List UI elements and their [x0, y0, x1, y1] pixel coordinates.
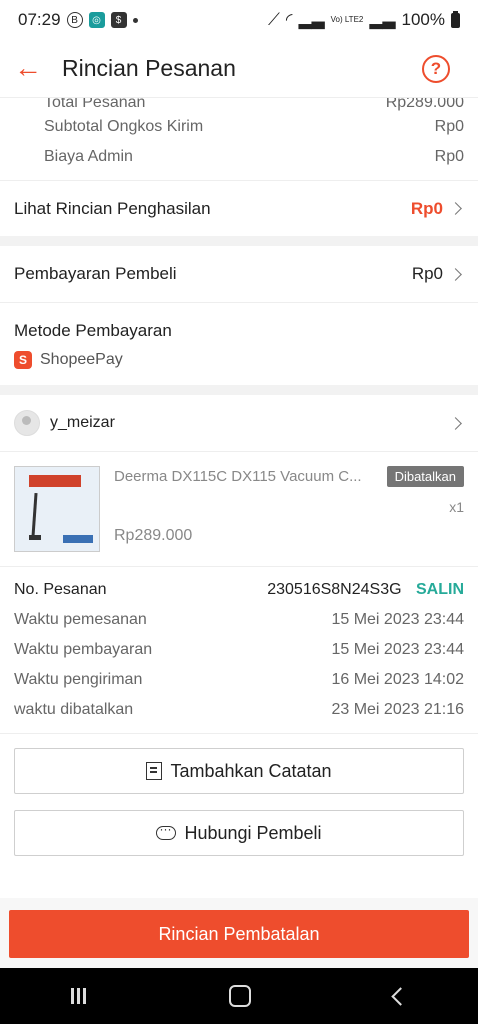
- product-info: Deerma DX115C DX115 Vacuum C... Dibatalk…: [114, 466, 464, 552]
- action-buttons: Tambahkan Catatan Hubungi Pembeli: [0, 733, 478, 886]
- order-time-row: Waktu pemesanan 15 Mei 2023 23:44: [14, 605, 464, 635]
- product-price: Rp289.000: [114, 527, 193, 544]
- buyer-payment-label: Pembayaran Pembeli: [14, 264, 177, 283]
- order-number-value: 230516S8N24S3G: [267, 581, 402, 598]
- copy-button[interactable]: SALIN: [416, 581, 464, 598]
- payment-method-value: ShopeePay: [40, 351, 123, 368]
- b-icon: B: [66, 12, 83, 28]
- income-value: Rp0: [410, 198, 443, 218]
- bottom-action-bar: Rincian Pembatalan: [0, 898, 478, 968]
- cancel-time-row: waktu dibatalkan 23 Mei 2023 21:16: [14, 695, 464, 725]
- battery-icon: [451, 10, 460, 28]
- battery-text: 100%: [401, 10, 445, 29]
- chat-icon: [156, 822, 177, 840]
- shipping-row: Subtotal Ongkos Kirim Rp0: [0, 112, 478, 142]
- vacuum-base: [29, 535, 41, 540]
- back-arrow-icon[interactable]: ←: [14, 53, 42, 83]
- mute-icon: ⟋: [267, 10, 280, 29]
- nav-back-icon[interactable]: [390, 986, 410, 1006]
- product-name: Deerma DX115C DX115 Vacuum C...: [114, 468, 362, 485]
- content-scroll[interactable]: Total Pesanan Rp289.000 Subtotal Ongkos …: [0, 98, 478, 898]
- order-number-label: No. Pesanan: [14, 581, 107, 598]
- status-time: 07:29: [18, 10, 61, 29]
- shipping-value: Rp0: [434, 118, 464, 135]
- contact-buyer-label: Hubungi Pembeli: [184, 822, 322, 843]
- add-note-label: Tambahkan Catatan: [170, 760, 332, 781]
- payment-time-row: Waktu pembayaran 15 Mei 2023 23:44: [14, 635, 464, 665]
- info-value: 15 Mei 2023 23:44: [331, 611, 464, 628]
- shipping-time-row: Waktu pengiriman 16 Mei 2023 14:02: [14, 665, 464, 695]
- shopeepay-icon: S: [14, 351, 32, 369]
- status-right: ⟋ ◜ ▂▃ Vo) LTE2 ▂▃ 100%: [268, 10, 460, 30]
- total-value: Rp289.000: [385, 98, 464, 111]
- product-thumbnail: [14, 466, 100, 552]
- income-row[interactable]: Lihat Rincian Penghasilan Rp0: [0, 180, 478, 236]
- signal-icon-2: ▂▃: [369, 10, 396, 29]
- note-icon: [146, 762, 163, 780]
- app-icon: ◎: [88, 12, 105, 28]
- chevron-right-icon: [449, 416, 462, 430]
- order-section: y_meizar Deerma DX115C DX115 Vacuum C...…: [0, 395, 478, 886]
- status-bar: 07:29 B ◎ $ ⟋ ◜ ▂▃ Vo) LTE2 ▂▃ 100%: [0, 0, 478, 40]
- admin-label: Biaya Admin: [44, 148, 133, 165]
- payment-section: Pembayaran Pembeli Rp0 Metode Pembayaran…: [0, 246, 478, 385]
- info-label: Waktu pengiriman: [14, 671, 143, 688]
- info-label: Waktu pemesanan: [14, 611, 147, 628]
- divider: [0, 236, 478, 246]
- admin-row: Biaya Admin Rp0: [0, 142, 478, 172]
- help-icon[interactable]: ?: [422, 54, 450, 83]
- home-icon[interactable]: [228, 985, 251, 1007]
- system-nav-bar: [0, 968, 478, 1024]
- buyer-row[interactable]: y_meizar: [0, 395, 478, 451]
- shipping-label: Subtotal Ongkos Kirim: [44, 118, 204, 135]
- buyer-payment-row[interactable]: Pembayaran Pembeli Rp0: [0, 246, 478, 302]
- info-label: Waktu pembayaran: [14, 641, 153, 658]
- order-number-row: No. Pesanan 230516S8N24S3G SALIN: [14, 575, 464, 605]
- status-badge: Dibatalkan: [386, 466, 464, 487]
- chevron-right-icon: [449, 267, 462, 281]
- price-summary: Total Pesanan Rp289.000 Subtotal Ongkos …: [0, 98, 478, 236]
- chevron-right-icon: [449, 202, 462, 215]
- info-value: 23 Mei 2023 21:16: [331, 701, 464, 718]
- cancel-details-button[interactable]: Rincian Pembatalan: [9, 910, 469, 958]
- contact-buyer-button[interactable]: Hubungi Pembeli: [14, 810, 464, 856]
- info-label: waktu dibatalkan: [14, 701, 134, 718]
- add-note-button[interactable]: Tambahkan Catatan: [14, 748, 464, 794]
- avatar: [14, 410, 40, 436]
- total-label: Total Pesanan: [44, 98, 146, 111]
- product-qty: x1: [449, 499, 464, 515]
- status-left: 07:29 B ◎ $: [18, 10, 138, 30]
- lte-label: Vo) LTE2: [330, 15, 364, 24]
- income-label: Lihat Rincian Penghasilan: [14, 198, 211, 218]
- info-value: 15 Mei 2023 23:44: [331, 641, 464, 658]
- app-header: ← Rincian Pesanan ?: [0, 40, 478, 98]
- payment-method-title: Metode Pembayaran: [0, 302, 478, 351]
- info-value: 16 Mei 2023 14:02: [331, 671, 464, 688]
- payment-method: S ShopeePay: [0, 351, 478, 385]
- buyer-payment-value: Rp0: [411, 264, 443, 283]
- thumb-tag: [63, 535, 93, 543]
- signal-icon: ▂▃: [298, 10, 325, 29]
- wifi-icon: ◜: [285, 10, 293, 29]
- vacuum-stick: [31, 492, 38, 538]
- divider: [0, 385, 478, 395]
- page-title: Rincian Pesanan: [62, 55, 236, 81]
- more-dot-icon: [132, 17, 138, 23]
- shopee-notif-icon: $: [110, 12, 127, 28]
- buyer-username: y_meizar: [50, 414, 115, 431]
- thumb-band: [29, 475, 81, 487]
- order-info: No. Pesanan 230516S8N24S3G SALIN Waktu p…: [0, 566, 478, 733]
- product-item[interactable]: Deerma DX115C DX115 Vacuum C... Dibatalk…: [0, 451, 478, 566]
- recent-apps-icon[interactable]: [71, 988, 87, 1004]
- admin-value: Rp0: [434, 148, 464, 165]
